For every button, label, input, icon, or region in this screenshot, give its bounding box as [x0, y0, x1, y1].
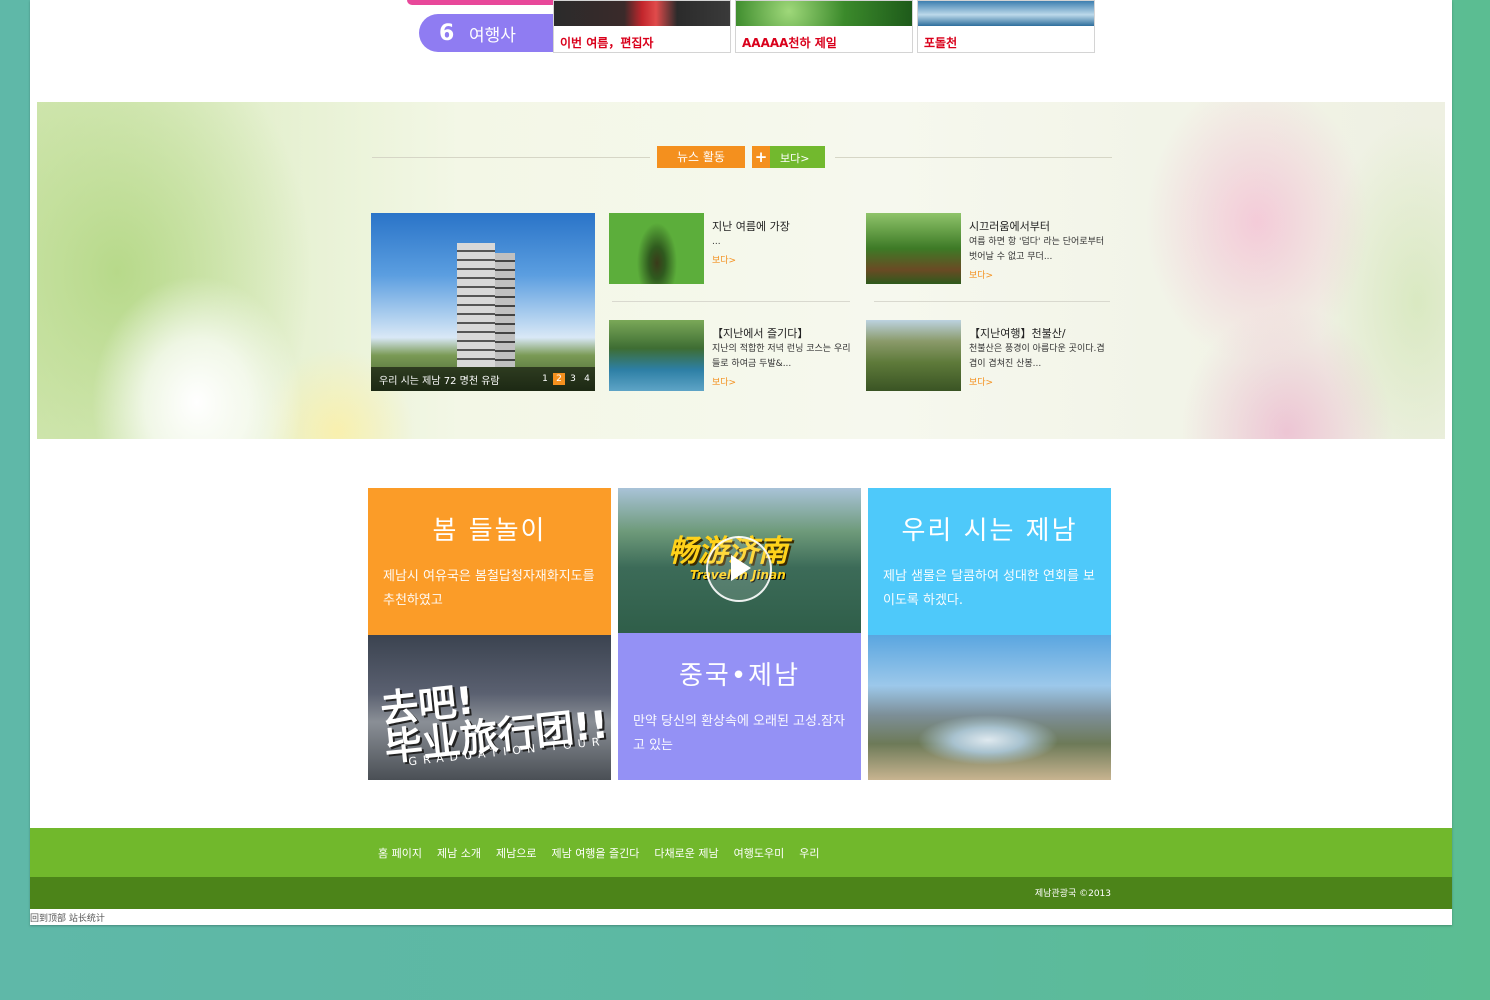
news-image — [609, 320, 704, 391]
news-item[interactable]: 【지난에서 즐기다】 지난의 적합한 저녁 런닝 코스는 우리들로 하여금 두발… — [609, 320, 859, 392]
news-item-desc: 지난의 적합한 저녁 런닝 코스는 우리들로 하여금 두발&... — [712, 344, 851, 369]
copyright-text: 제남관광국 ©2013 — [1034, 889, 1111, 899]
nav-item-travel-agency[interactable]: 6 여행사 — [419, 14, 573, 52]
footer-link-about[interactable]: 제남 소개 — [437, 845, 481, 861]
news-item-title: 시끄러움에서부터 — [969, 220, 1050, 233]
gallery-image — [736, 1, 912, 26]
tower-image — [457, 243, 495, 367]
gallery-card[interactable]: 이번 여름，편집자 — [553, 0, 731, 53]
news-item-desc: 여름 하면 항 '덥다' 라는 단어로부터 벗어날 수 없고 무더... — [969, 237, 1105, 262]
pager-dot-1[interactable]: 1 — [539, 373, 551, 385]
footer-nav: 홈 페이지 제남 소개 제남으로 제남 여행을 즐긴다 다채로운 제남 여행도우… — [30, 828, 1452, 877]
tile-title: 중국•제남 — [678, 661, 801, 691]
tile-text: 제남 샘물은 달콤하여 성대한 연회를 보이도록 하겠다. — [883, 569, 1096, 608]
footer-link-home[interactable]: 홈 페이지 — [378, 845, 422, 861]
news-divider — [874, 301, 1110, 302]
news-item-link[interactable]: 보다> — [969, 375, 993, 388]
plus-icon: + — [752, 146, 770, 168]
pager-dot-4[interactable]: 4 — [581, 373, 593, 385]
news-section: 뉴스 활동 + 보다> 우리 시는 제남 72 명천 유람 1 2 3 4 지난 … — [37, 102, 1445, 439]
nav-item-label: 여행사 — [469, 25, 516, 46]
footer-link-enjoy-travel[interactable]: 제남 여행을 즐긴다 — [551, 845, 639, 861]
news-item-title: 지난 여름에 가장 — [712, 220, 790, 233]
tile-our-city[interactable]: 우리 시는 제남 제남 샘물은 달콤하여 성대한 연회를 보이도록 하겠다. — [868, 488, 1111, 635]
feature-slideshow[interactable]: 우리 시는 제남 72 명천 유람 1 2 3 4 — [371, 213, 595, 391]
news-more-button[interactable]: + 보다> — [752, 146, 825, 168]
footer-bar: 제남관광국 ©2013 — [30, 877, 1452, 909]
nav-item-previous[interactable] — [407, 0, 572, 5]
page-container: 6 여행사 이번 여름，편집자 AAAAA천하 제일 포돌천 뉴스 활동 + 보다… — [30, 0, 1452, 925]
news-image — [866, 320, 961, 391]
section-divider — [835, 157, 1112, 158]
gallery-card[interactable]: AAAAA천하 제일 — [735, 0, 913, 53]
footer-link-travel-helper[interactable]: 여행도우미 — [734, 845, 785, 861]
news-item-link[interactable]: 보다> — [712, 253, 736, 266]
tile-title: 봄 들놀이 — [432, 516, 547, 546]
news-item-title: 【지난에서 즐기다】 — [712, 327, 809, 340]
tile-spring-outing[interactable]: 봄 들놀이 제남시 여유국은 봄철답청자재화지도를 추천하였고 — [368, 488, 611, 635]
news-section-title: 뉴스 활동 — [657, 146, 745, 168]
pager-dot-2[interactable]: 2 — [553, 373, 565, 385]
news-item-desc: ... — [712, 237, 721, 247]
news-image — [609, 213, 704, 284]
gallery-image — [554, 1, 730, 26]
feature-caption: 우리 시는 제남 72 명천 유람 — [379, 375, 500, 387]
graduation-tour-image[interactable]: 去吧! 毕业旅行团!! GRADUATION TOUR — [368, 635, 611, 780]
news-item[interactable]: 지난 여름에 가장 ... 보다> — [609, 213, 859, 285]
news-item-title: 【지난여행】천불산/ — [969, 327, 1066, 340]
gallery-caption: AAAAA천하 제일 — [742, 36, 837, 50]
tile-china-jinan[interactable]: 중국•제남 만약 당신의 환상속에 오래된 고성.잠자고 있는 — [618, 633, 861, 780]
footer-link-colorful-jinan[interactable]: 다채로운 제남 — [654, 845, 718, 861]
news-item-link[interactable]: 보다> — [712, 375, 736, 388]
footer-links: 홈 페이지 제남 소개 제남으로 제남 여행을 즐긴다 다채로운 제남 여행도우… — [378, 828, 834, 877]
tile-text: 만약 당신의 환상속에 오래된 고성.잠자고 있는 — [633, 714, 846, 753]
news-item[interactable]: 【지난여행】천불산/ 천불산은 풍경이 아름다운 곳이다.겹겹이 겹쳐진 산봉.… — [866, 320, 1116, 392]
news-divider — [612, 301, 850, 302]
tower-image-side — [495, 253, 515, 367]
bottom-links[interactable]: 回到顶部 站长统计 — [30, 911, 105, 924]
gallery-caption: 이번 여름，편집자 — [560, 36, 654, 50]
footer-link-to-jinan[interactable]: 제남으로 — [496, 845, 536, 861]
tile-text: 제남시 여유국은 봄철답청자재화지도를 추천하였고 — [383, 569, 595, 608]
news-image — [866, 213, 961, 284]
gallery-image — [918, 1, 1094, 26]
video-tile[interactable]: 畅游济南 Travel in Jinan — [618, 488, 861, 633]
play-icon[interactable] — [706, 536, 772, 602]
pager-dot-3[interactable]: 3 — [567, 373, 579, 385]
news-item-link[interactable]: 보다> — [969, 268, 993, 281]
tile-title: 우리 시는 제남 — [901, 516, 1078, 546]
news-item[interactable]: 시끄러움에서부터 여름 하면 항 '덥다' 라는 단어로부터 벗어날 수 없고 … — [866, 213, 1116, 285]
gallery-card[interactable]: 포돌천 — [917, 0, 1095, 53]
news-more-label: 보다> — [780, 152, 810, 165]
section-divider — [372, 157, 650, 158]
feature-caption-bar: 우리 시는 제남 72 명천 유람 1 2 3 4 — [371, 367, 595, 391]
footer-link-us[interactable]: 우리 — [799, 845, 819, 861]
city-fountain-image[interactable] — [868, 635, 1111, 780]
gallery-caption: 포돌천 — [924, 36, 958, 50]
news-item-desc: 천불산은 풍경이 아름다운 곳이다.겹겹이 겹쳐진 산봉... — [969, 344, 1105, 369]
nav-item-number: 6 — [439, 20, 455, 46]
